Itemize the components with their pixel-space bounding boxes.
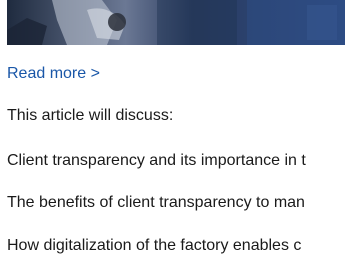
hero-image-art bbox=[7, 0, 345, 45]
read-more-link[interactable]: Read more > bbox=[7, 64, 100, 84]
article-topic-item: Client transparency and its importance i… bbox=[7, 152, 306, 169]
article-topic-item: How digitalization of the factory enable… bbox=[7, 237, 302, 254]
article-hero-image bbox=[7, 0, 345, 45]
article-intro-text: This article will discuss: bbox=[7, 107, 174, 124]
article-topic-item: The benefits of client transparency to m… bbox=[7, 194, 305, 211]
